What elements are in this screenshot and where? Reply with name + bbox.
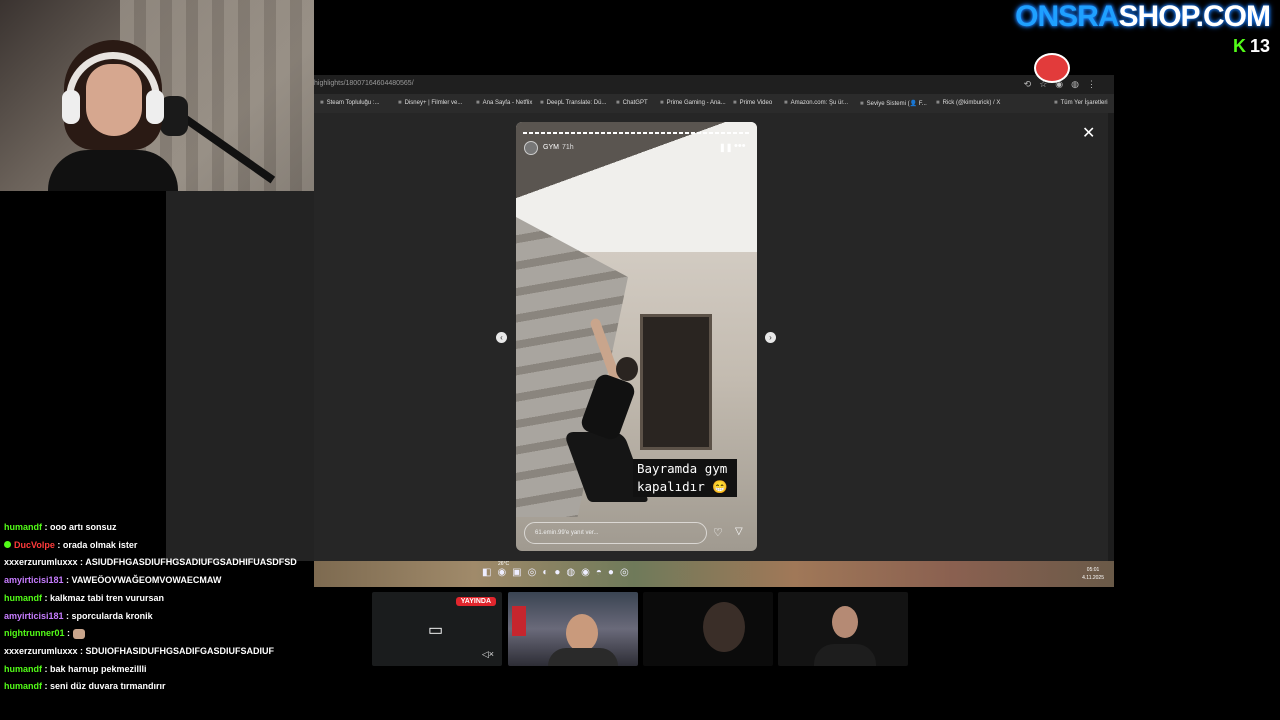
chat-text: sporcularda kronik <box>71 610 153 621</box>
chat-text: seni düz duvara tırmandırır <box>50 681 166 692</box>
chat-message: humandf : kalkmaz tabi tren vurursan <box>4 590 364 608</box>
chat-text: VAWEÖOVWAĞEOMVOWAECMAW <box>71 575 222 586</box>
chat-text: bak harnup pekmezillli <box>50 663 147 674</box>
address-bar[interactable]: highlights/18007164604480565/ ⟲☆◉◍⋮ <box>314 75 1114 94</box>
chat-message: DucVolpe : orada olmak ister <box>4 537 364 555</box>
heart-icon[interactable]: ♡ <box>713 526 723 539</box>
chat-separator: : <box>42 663 50 674</box>
bookmark-item[interactable]: Steam Topluluğu :... <box>320 100 380 106</box>
guest-cam-2 <box>508 592 638 666</box>
chat-message: amyirticisi181 : sporcularda kronik <box>4 608 364 626</box>
brand-logo: ONSRASHOP.COM <box>1015 0 1271 33</box>
chat-username[interactable]: humandf <box>4 522 42 532</box>
reply-input[interactable]: 61.emin.99'e yanıt ver... <box>524 522 707 544</box>
chat-separator: : <box>54 539 63 550</box>
chat-username[interactable]: xxxerzurumluxxx <box>4 646 78 656</box>
toolbar-icons[interactable]: ⟲☆◉◍⋮ <box>1024 79 1104 90</box>
chevron-right-icon[interactable]: › <box>765 332 776 343</box>
pause-icon[interactable]: ❚❚ <box>719 143 732 152</box>
chat-separator: : <box>63 575 72 586</box>
chat-message: xxxerzurumluxxx : SDUIOFHASIDUFHGSADIFGA… <box>4 643 364 661</box>
bookmark-item[interactable]: Amazon.com: Şu ür... <box>784 100 848 106</box>
chat-separator: : <box>63 610 72 621</box>
screen-share-icon: ▭ <box>428 622 444 639</box>
bookmark-item[interactable]: Rick (@kimburick) / X <box>936 100 1001 106</box>
send-icon[interactable]: ▽ <box>735 526 743 537</box>
chat-message: amyirticisi181 : VAWEÖOVWAĞEOMVOWAECMAW <box>4 572 364 590</box>
chat-username[interactable]: humandf <box>4 664 42 674</box>
avatar[interactable] <box>524 141 538 155</box>
bookmark-item[interactable]: Prime Video <box>733 100 773 106</box>
bookmark-item[interactable]: Prime Gaming - Ana... <box>660 100 726 106</box>
taskbar-app-icons[interactable]: ◧◉▣◎◐●◍◉◓●◎ <box>482 567 635 578</box>
chat-username[interactable]: DucVolpe <box>14 540 55 550</box>
chat-text: kalkmaz tabi tren vurursan <box>50 592 165 603</box>
story-viewer: ✕ ‹ › GYM71h ❚❚ ••• Bayramda gym kapalı <box>314 113 1114 561</box>
chat-username[interactable]: humandf <box>4 681 42 691</box>
story-time: 71h <box>561 144 574 151</box>
viewer-count: K 13 <box>1232 36 1270 56</box>
browser-window: highlights/18007164604480565/ ⟲☆◉◍⋮ Stea… <box>314 75 1114 561</box>
chat-text: SDUIOFHASIDUFHGSADIFGASDIUFSADIUF <box>85 645 275 656</box>
chat-username[interactable]: amyirticisi181 <box>4 611 64 621</box>
guest-cam-3 <box>643 592 773 666</box>
url-text[interactable]: highlights/18007164604480565/ <box>314 80 414 87</box>
more-icon[interactable]: ••• <box>734 140 746 152</box>
chat-username[interactable]: xxxerzurumluxxx <box>4 557 78 567</box>
clock[interactable]: 05:01 4.11.2025 <box>1082 566 1104 582</box>
bookmark-item[interactable]: Ana Sayfa - Netflix <box>476 100 533 106</box>
chat-message: xxxerzurumluxxx : ASIUDFHGASDIUFHGSADIUF… <box>4 554 364 572</box>
streamer-webcam <box>0 0 314 191</box>
mute-icon: ◁× <box>481 649 494 659</box>
close-icon[interactable]: ✕ <box>1082 123 1095 143</box>
door <box>640 314 712 450</box>
guest-cam-4 <box>778 592 908 666</box>
chat-separator: : <box>42 592 50 603</box>
kick-icon: K <box>1232 36 1246 56</box>
chat-username[interactable]: humandf <box>4 593 42 603</box>
guest-cam-screen: YAYINDA ▭ ◁× <box>372 592 502 666</box>
left-panel <box>166 191 314 561</box>
chat-message: nightrunner01 : <box>4 625 364 643</box>
emote-icon <box>72 628 85 639</box>
streamer <box>48 40 178 191</box>
chat-username[interactable]: amyirticisi181 <box>4 575 64 585</box>
chat-username[interactable]: nightrunner01 <box>4 628 65 638</box>
chat-separator: : <box>42 681 50 692</box>
bookmark-item[interactable]: DeepL Translate: Dü... <box>540 100 607 106</box>
chevron-left-icon[interactable]: ‹ <box>496 332 507 343</box>
chat-text: ooo artı sonsuz <box>50 522 117 532</box>
bookmark-item[interactable]: Tüm Yer İşaretleri <box>1054 100 1108 106</box>
bookmark-item[interactable]: Disney+ | Filmler ve... <box>398 100 463 106</box>
chat-separator: : <box>64 628 73 639</box>
live-badge: YAYINDA <box>455 597 496 606</box>
chat-separator: : <box>77 645 86 656</box>
story-caption: Bayramda gym kapalıdır 😁 <box>633 459 737 497</box>
bookmark-item[interactable]: Seviye Sistemi (👤 F... <box>860 100 927 107</box>
badge-icon <box>4 540 11 548</box>
taskbar: 26°C ◧◉▣◎◐●◍◉◓●◎ 05:01 4.11.2025 <box>314 561 1114 587</box>
chat-separator: : <box>42 522 50 532</box>
chat-message: humandf : bak harnup pekmezillli <box>4 661 364 679</box>
sticker-icon <box>1034 53 1070 83</box>
chat-message: humandf : seni düz duvara tırmandırır <box>4 678 364 696</box>
chat-text: ASIUDFHGASDIUFHGSADIUFGSADHIFUASDFSD <box>85 557 297 568</box>
bookmark-item[interactable]: ChatGPT <box>616 100 648 106</box>
chat-log: humandf : ooo artı sonsuz DucVolpe : orad… <box>4 519 364 696</box>
chat-message: humandf : ooo artı sonsuz <box>4 519 364 537</box>
story-username[interactable]: GYM 71h <box>543 144 574 151</box>
scrollbar[interactable] <box>1108 113 1114 561</box>
story-card[interactable]: GYM 71h ❚❚ ••• Bayramda gym kapalıdır 😁 6… <box>516 122 757 551</box>
bookmarks-bar: Steam Topluluğu :... Disney+ | Filmler v… <box>314 94 1114 113</box>
story-progress <box>523 132 750 134</box>
chat-text: orada olmak ister <box>62 539 138 550</box>
